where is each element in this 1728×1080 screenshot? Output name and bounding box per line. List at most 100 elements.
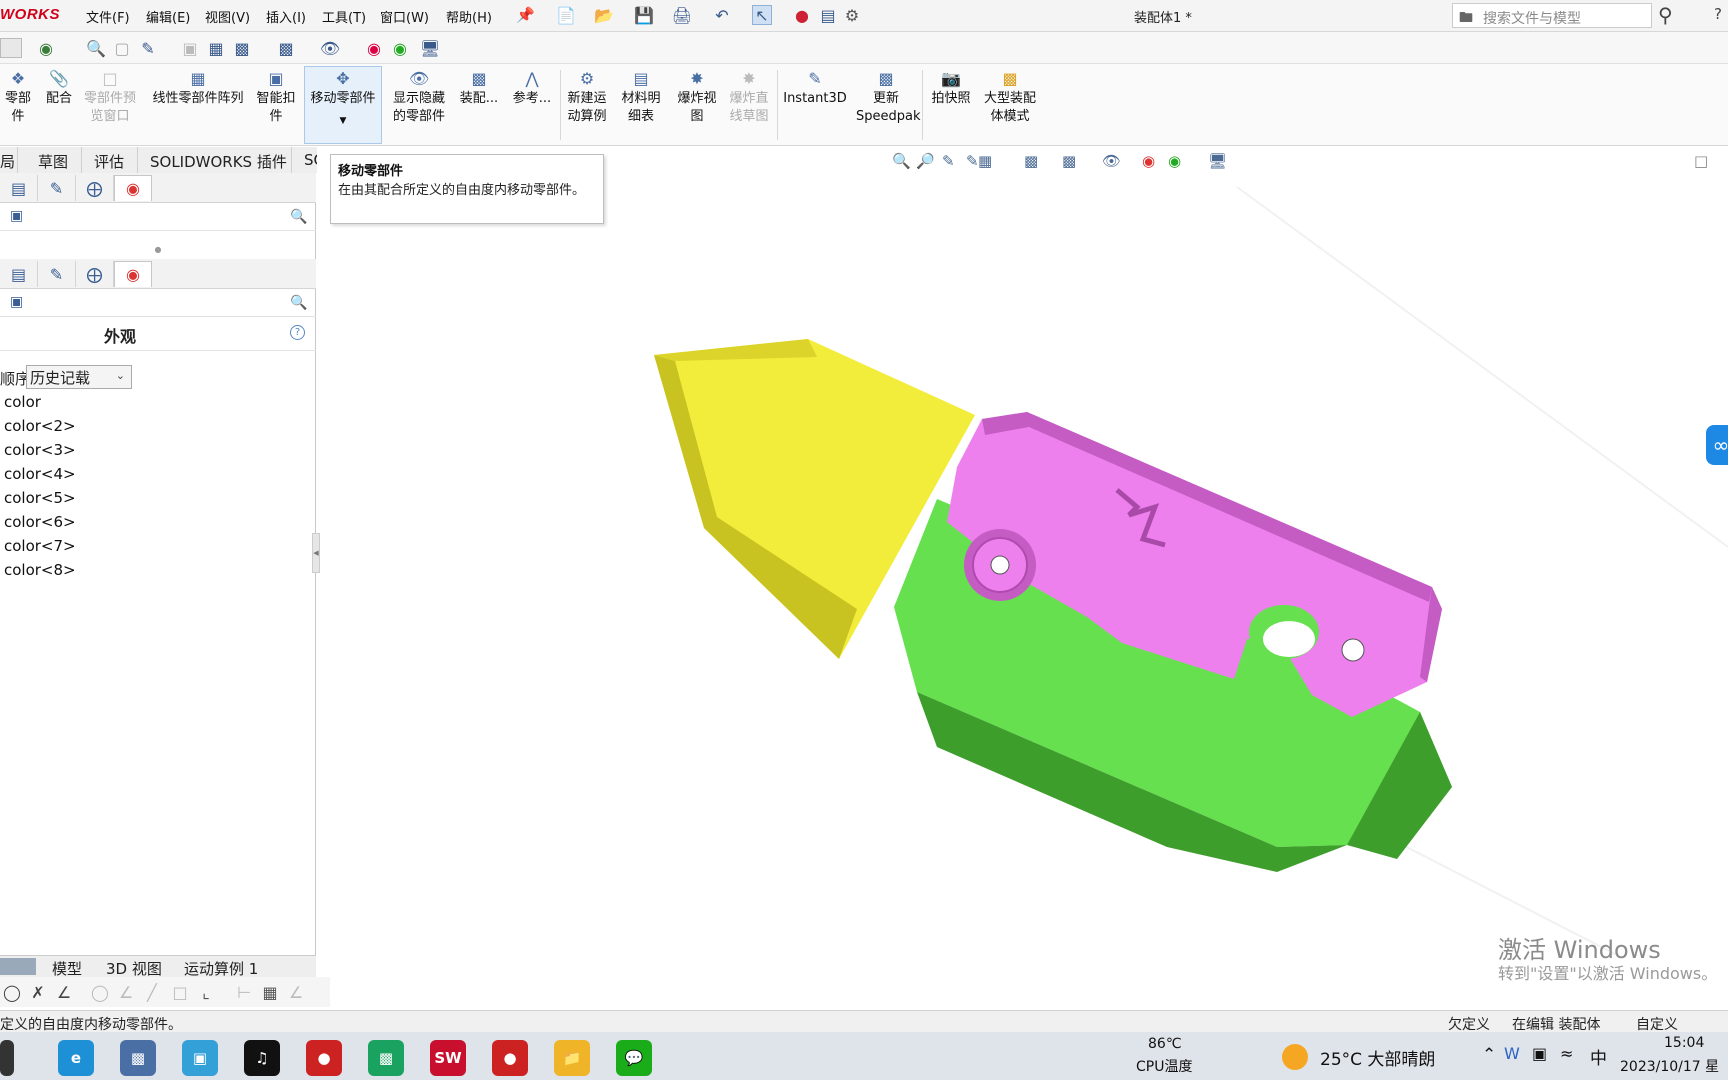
filter-icon[interactable]: 🔍: [290, 209, 307, 225]
splitter-handle[interactable]: ●: [0, 245, 316, 254]
apply-scene-icon[interactable]: ◉: [1168, 152, 1181, 170]
ribbon-reference-geometry[interactable]: ⋀ 参考...: [508, 70, 556, 108]
menu-file[interactable]: 文件(F): [86, 7, 130, 26]
record-icon[interactable]: ●: [306, 1040, 342, 1076]
view-settings-icon[interactable]: 🖥: [1208, 152, 1227, 170]
ribbon-mate[interactable]: 📎 配合: [42, 70, 76, 108]
view-orientation-icon[interactable]: ▩: [1024, 152, 1038, 170]
ribbon-new-motion-study[interactable]: ⚙ 新建运动算例: [564, 70, 610, 126]
new-document-icon[interactable]: 📄: [556, 5, 576, 25]
chevron-down-icon[interactable]: ▼: [306, 112, 380, 130]
menu-view[interactable]: 视图(V): [205, 7, 250, 26]
ribbon-explode-line-sketch[interactable]: ✸ 爆炸直线草图: [726, 70, 772, 126]
offset-icon[interactable]: ◯: [90, 982, 110, 1002]
display-manager-icon[interactable]: ◉: [114, 261, 152, 287]
appearance-icon[interactable]: ◉: [36, 38, 56, 58]
screen-recorder-icon[interactable]: ●: [492, 1040, 528, 1076]
panel-collapse-handle[interactable]: ◀: [312, 533, 320, 573]
select-pointer-icon[interactable]: ↖: [752, 5, 772, 25]
options-gear-icon[interactable]: ⚙: [842, 5, 862, 25]
wechat-icon[interactable]: 💬: [616, 1040, 652, 1076]
ribbon-instant3d[interactable]: ✎ Instant3D: [782, 70, 848, 108]
knife-model[interactable]: [654, 339, 1452, 872]
ribbon-large-assembly[interactable]: ▩ 大型装配体模式: [980, 70, 1040, 126]
tab-solidworks-addins[interactable]: SOLIDWORKS 插件: [138, 147, 292, 173]
zoom-area-icon[interactable]: 🔎: [916, 152, 935, 170]
list-item[interactable]: color<3>: [4, 441, 76, 459]
display-icon[interactable]: ▣: [1532, 1044, 1547, 1063]
ribbon-insert-component[interactable]: ❖ 零部件: [0, 70, 36, 126]
display-manager-icon[interactable]: ◉: [114, 175, 152, 201]
help-icon[interactable]: ?: [290, 325, 305, 340]
rectangle-icon[interactable]: □: [170, 982, 190, 1002]
scene-icon[interactable]: ◉: [364, 38, 384, 58]
weather-text[interactable]: 25°C 大部晴朗: [1320, 1045, 1435, 1070]
ime-indicator[interactable]: 中: [1590, 1044, 1607, 1069]
tab-motion-study[interactable]: 运动算例 1: [184, 958, 258, 979]
wifi-icon[interactable]: ≈: [1560, 1044, 1573, 1063]
trim-icon[interactable]: ✗: [28, 982, 48, 1002]
grid-icon[interactable]: ▦: [260, 982, 280, 1002]
property-manager-icon[interactable]: ✎: [38, 261, 76, 287]
assembly-tree-icon[interactable]: ▣: [10, 294, 23, 310]
section-view-icon[interactable]: ✎: [966, 152, 979, 170]
dynamic-annotation-icon[interactable]: ▦: [978, 152, 992, 170]
ribbon-component-preview[interactable]: □ 零部件预览窗口: [80, 70, 140, 126]
edit-appearance-icon[interactable]: ◉: [1142, 152, 1155, 170]
circle-icon[interactable]: ◯: [2, 982, 22, 1002]
remote-desktop-icon[interactable]: ▩: [120, 1040, 156, 1076]
search-icon[interactable]: ⚲: [1658, 3, 1673, 27]
previous-view-icon[interactable]: ✎: [138, 38, 158, 58]
file-explorer-icon[interactable]: 📁: [554, 1040, 590, 1076]
file-properties-icon[interactable]: ▤: [818, 5, 838, 25]
view-orientation-icon[interactable]: ▦: [206, 38, 226, 58]
section-view-icon[interactable]: ▣: [180, 38, 200, 58]
ribbon-update-speedpak[interactable]: ▩ 更新Speedpak: [856, 70, 921, 126]
previous-view-icon[interactable]: ✎: [942, 152, 955, 170]
hide-show-items-icon[interactable]: 👁: [1102, 152, 1121, 170]
menu-help[interactable]: 帮助(H): [446, 7, 492, 26]
list-item[interactable]: color<6>: [4, 513, 76, 531]
dimension-icon[interactable]: ⊢: [234, 982, 254, 1002]
relations-icon[interactable]: ∠: [286, 982, 306, 1002]
rebuild-icon[interactable]: ●: [792, 5, 812, 25]
tab-sketch[interactable]: 草图: [26, 147, 82, 173]
filter-icon[interactable]: 🔍: [290, 295, 307, 311]
solidworks-taskbar-icon[interactable]: SW: [430, 1040, 466, 1076]
configuration-manager-icon[interactable]: ⨁: [76, 261, 114, 287]
list-item[interactable]: color<5>: [4, 489, 76, 507]
zoom-area-icon[interactable]: ▢: [112, 38, 132, 58]
ribbon-bom[interactable]: ▤ 材料明细表: [618, 70, 664, 126]
tiktok-icon[interactable]: ♫: [244, 1040, 280, 1076]
graphics-viewport[interactable]: [317, 147, 1728, 956]
clock-date[interactable]: 2023/10/17 星: [1620, 1056, 1719, 1076]
weather-icon[interactable]: [1282, 1044, 1308, 1070]
zoom-fit-icon[interactable]: 🔍: [86, 38, 106, 58]
pin-icon[interactable]: 📌: [516, 6, 535, 24]
config-dropdown[interactable]: [0, 38, 22, 58]
link-icon[interactable]: ∞: [1706, 425, 1728, 465]
configuration-manager-icon[interactable]: ⨁: [76, 175, 114, 201]
start-button[interactable]: [0, 1040, 14, 1076]
bilibili-icon[interactable]: ▣: [182, 1040, 218, 1076]
list-item[interactable]: color: [4, 393, 41, 411]
property-manager-icon[interactable]: ✎: [38, 175, 76, 201]
chevron-up-icon[interactable]: ⌃: [1482, 1045, 1496, 1065]
feature-tree-icon[interactable]: ▤: [0, 175, 38, 201]
menu-edit[interactable]: 编辑(E): [146, 7, 190, 26]
line-icon[interactable]: ╱: [142, 982, 162, 1002]
tab-scroll-arrows[interactable]: [0, 958, 36, 975]
ribbon-exploded-view[interactable]: ✸ 爆炸视图: [674, 70, 720, 126]
tab-3d-view[interactable]: 3D 视图: [106, 958, 162, 979]
ribbon-show-hidden[interactable]: 👁 显示隐藏的零部件: [388, 70, 450, 126]
save-icon[interactable]: 💾: [634, 5, 654, 25]
menu-insert[interactable]: 插入(I): [266, 7, 306, 26]
screen-share-icon[interactable]: ▩: [368, 1040, 404, 1076]
list-item[interactable]: color<8>: [4, 561, 76, 579]
window-restore-icon[interactable]: □: [1694, 152, 1708, 170]
menu-window[interactable]: 窗口(W): [380, 7, 429, 26]
tab-evaluate[interactable]: 评估: [82, 147, 138, 173]
list-item[interactable]: color<7>: [4, 537, 76, 555]
word-icon[interactable]: W: [1504, 1044, 1520, 1063]
ribbon-snapshot[interactable]: 📷 拍快照: [926, 70, 976, 108]
